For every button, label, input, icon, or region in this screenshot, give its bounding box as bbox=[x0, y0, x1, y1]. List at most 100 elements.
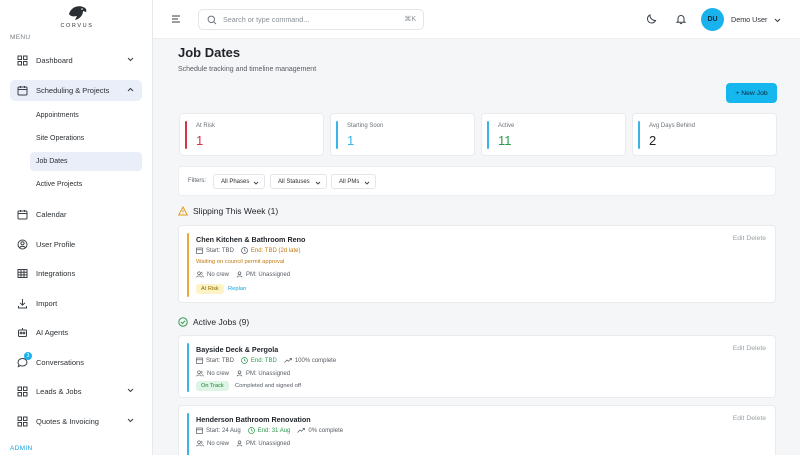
sidebar-item-conversations[interactable]: 3 Conversations bbox=[10, 352, 142, 373]
sidebar-item-label: Dashboard bbox=[36, 56, 73, 65]
sidebar-item-user-profile[interactable]: User Profile bbox=[10, 234, 142, 255]
sidebar-item-import[interactable]: Import bbox=[10, 293, 142, 314]
sidebar-item-label: Calendar bbox=[36, 210, 67, 219]
filters-bar: Filters: All Phases All Statuses All PMs bbox=[178, 166, 776, 196]
brand-logo[interactable]: CORVUS bbox=[55, 4, 99, 32]
section-title-text: Active Jobs (9) bbox=[193, 317, 250, 327]
sidebar-item-leads-jobs[interactable]: Leads & Jobs bbox=[10, 381, 142, 402]
user-icon bbox=[236, 370, 243, 377]
job-crew-row: No crew PM: Unassigned bbox=[196, 271, 297, 278]
job-pm: PM: Unassigned bbox=[236, 271, 290, 278]
stat-label: Active bbox=[498, 123, 515, 129]
clock-icon bbox=[247, 427, 255, 434]
search-input[interactable] bbox=[223, 15, 393, 24]
stat-card-at-risk[interactable]: At Risk 1 bbox=[179, 113, 324, 156]
job-actions: Edit Delete bbox=[733, 345, 766, 352]
edit-job-button[interactable]: Edit bbox=[733, 345, 745, 352]
clock-icon bbox=[241, 357, 248, 364]
job-status-note: Completed and signed off bbox=[235, 383, 301, 389]
job-crew-row: No crew PM: Unassigned bbox=[196, 440, 297, 447]
theme-toggle-button[interactable] bbox=[646, 12, 658, 30]
sidebar-item-label: Conversations bbox=[36, 358, 84, 367]
grid-icon bbox=[17, 386, 28, 397]
sidebar-item-label: Integrations bbox=[36, 269, 76, 278]
edit-job-button[interactable]: Edit bbox=[733, 415, 745, 422]
job-progress: 0% complete bbox=[297, 427, 343, 434]
sidebar-item-quotes-invoicing[interactable]: Quotes & Invoicing bbox=[10, 411, 142, 432]
sidebar-item-label: Scheduling & Projects bbox=[36, 86, 110, 95]
job-dates-row: Start: TBD End: TBD (2d late) bbox=[196, 247, 308, 254]
delete-job-button[interactable]: Delete bbox=[746, 345, 766, 352]
delete-job-button[interactable]: Delete bbox=[746, 235, 766, 242]
job-card-henderson-bathroom[interactable]: Henderson Bathroom Renovation Start: 24 … bbox=[178, 405, 776, 455]
select-value: All Statuses bbox=[278, 178, 310, 185]
job-title: Bayside Deck & Pergola bbox=[196, 345, 279, 354]
raven-logo-icon bbox=[69, 6, 87, 21]
menu-section-label: MENU bbox=[10, 34, 31, 41]
sidebar-subitem-job-dates[interactable]: Job Dates bbox=[30, 152, 142, 171]
sidebar-item-ai-agents[interactable]: AI Agents bbox=[10, 322, 142, 343]
calendar-icon bbox=[196, 427, 203, 434]
sidebar-subitem-appointments[interactable]: Appointments bbox=[30, 106, 142, 125]
sidebar-toggle-button[interactable] bbox=[170, 12, 182, 30]
users-icon bbox=[196, 440, 204, 447]
calendar-icon bbox=[17, 85, 28, 96]
sidebar-item-calendar[interactable]: Calendar bbox=[10, 204, 142, 225]
sidebar-subitem-site-operations[interactable]: Site Operations bbox=[30, 129, 142, 148]
stat-card-starting-soon[interactable]: Starting Soon 1 bbox=[330, 113, 475, 156]
edit-job-button[interactable]: Edit bbox=[733, 235, 745, 242]
sidebar-item-label: Quotes & Invoicing bbox=[36, 417, 99, 426]
job-actions: Edit Delete bbox=[733, 415, 766, 422]
job-end-date: End: TBD (2d late) bbox=[241, 247, 301, 254]
phase-filter-select[interactable]: All Phases bbox=[213, 174, 265, 189]
active-jobs-section-title: Active Jobs (9) bbox=[178, 317, 249, 327]
notifications-button[interactable] bbox=[675, 12, 687, 30]
page-title: Job Dates bbox=[178, 45, 241, 60]
job-end-date: End: TBD bbox=[241, 357, 277, 364]
job-pm: PM: Unassigned bbox=[236, 440, 290, 447]
calendar-icon bbox=[196, 247, 203, 254]
chevron-up-icon bbox=[127, 87, 134, 92]
job-end-date: End: 31 Aug bbox=[247, 427, 290, 434]
job-start-date: Start: 24 Aug bbox=[196, 427, 241, 434]
sidebar-item-dashboard[interactable]: Dashboard bbox=[10, 50, 142, 71]
search-box[interactable]: ⌘K bbox=[198, 9, 424, 30]
new-job-button[interactable]: + New Job bbox=[726, 83, 777, 103]
delete-job-button[interactable]: Delete bbox=[746, 415, 766, 422]
bell-icon bbox=[675, 14, 687, 25]
job-crew: No crew bbox=[196, 370, 229, 377]
job-card-chen-kitchen[interactable]: Chen Kitchen & Bathroom Reno Start: TBD … bbox=[178, 225, 776, 303]
user-icon bbox=[236, 440, 243, 447]
sidebar-item-label: Leads & Jobs bbox=[36, 387, 82, 396]
job-start-date: Start: TBD bbox=[196, 357, 234, 364]
page-subtitle: Schedule tracking and timeline managemen… bbox=[178, 66, 317, 73]
stat-value: 2 bbox=[649, 133, 657, 148]
sidebar-item-scheduling[interactable]: Scheduling & Projects bbox=[10, 80, 142, 101]
stat-card-active[interactable]: Active 11 bbox=[481, 113, 626, 156]
table-icon bbox=[17, 268, 28, 279]
status-badge: On Track bbox=[196, 381, 229, 391]
chevron-down-icon[interactable] bbox=[773, 16, 782, 25]
grid-icon bbox=[17, 416, 28, 427]
stat-accent-bar bbox=[185, 121, 187, 149]
users-icon bbox=[196, 370, 204, 377]
sidebar-subitem-active-projects[interactable]: Active Projects bbox=[30, 175, 142, 194]
job-status-bar bbox=[187, 233, 189, 297]
user-avatar[interactable]: DU bbox=[701, 8, 724, 31]
sidebar-item-label: AI Agents bbox=[36, 328, 69, 337]
status-filter-select[interactable]: All Statuses bbox=[270, 174, 327, 189]
user-name[interactable]: Demo User bbox=[731, 15, 767, 24]
job-status-bar bbox=[187, 413, 189, 455]
trending-up-icon bbox=[284, 357, 292, 363]
select-value: All PMs bbox=[339, 178, 360, 185]
chat-icon: 3 bbox=[17, 352, 32, 368]
sidebar-item-integrations[interactable]: Integrations bbox=[10, 263, 142, 284]
chevron-down-icon bbox=[127, 388, 134, 393]
pm-filter-select[interactable]: All PMs bbox=[331, 174, 376, 189]
job-card-bayside-deck[interactable]: Bayside Deck & Pergola Start: TBD End: T… bbox=[178, 335, 776, 398]
replan-link[interactable]: Replan bbox=[228, 286, 246, 292]
users-icon bbox=[196, 271, 204, 278]
chevron-down-icon bbox=[364, 181, 370, 185]
stat-card-avg-days-behind[interactable]: Avg Days Behind 2 bbox=[632, 113, 777, 156]
stat-accent-bar bbox=[336, 121, 338, 149]
